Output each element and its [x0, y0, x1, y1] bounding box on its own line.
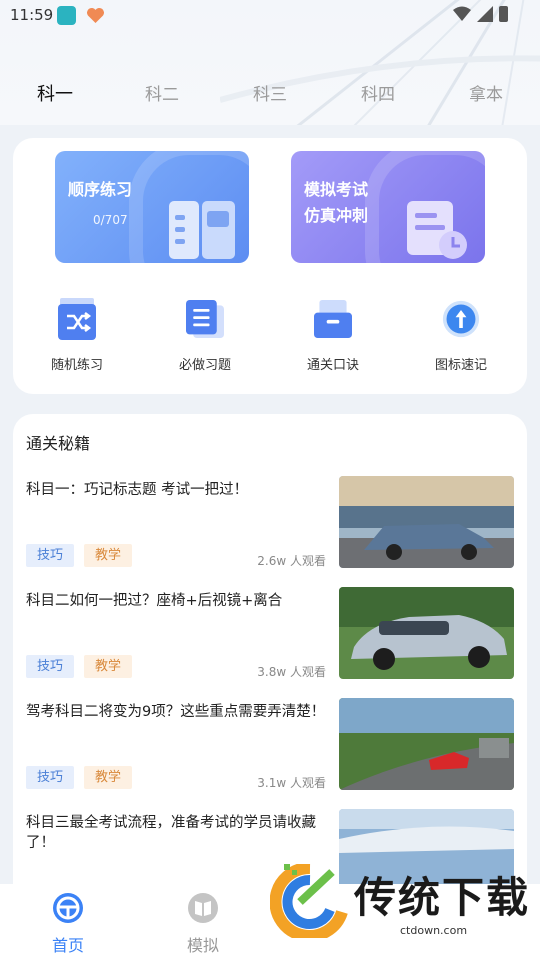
article-title: 驾考科目二将变为9项？这些重点需要弄清楚！: [26, 704, 326, 720]
nav-home-label: 首页: [51, 936, 84, 955]
tag-skill: 技巧: [26, 655, 75, 678]
heart-notification-icon: [87, 7, 104, 24]
book-open-icon: [169, 201, 235, 259]
list-item[interactable]: 驾考科目二将变为9项？这些重点需要弄清楚！ 技巧 教学 3.1w 人观看: [26, 698, 514, 792]
tag-skill: 技巧: [26, 544, 75, 567]
quick-pass-tips-label: 通关口诀: [306, 358, 359, 373]
practice-card: 顺序练习 0/707 模拟考试 仿真冲刺 随机练习 必做习题 通关口诀 图标速记: [13, 138, 527, 394]
view-count: 2.6w 人观看: [257, 554, 326, 568]
signal-icon: [477, 6, 493, 22]
tab-subject-3[interactable]: 科三: [253, 80, 287, 105]
watermark-brand: 传统下载: [354, 873, 531, 922]
nav-mock[interactable]: 模拟: [173, 892, 233, 956]
view-count: 3.8w 人观看: [257, 665, 326, 679]
tag-teaching: 教学: [84, 766, 133, 789]
list-item[interactable]: 科目一：巧记标志题 考试一把过！ 技巧 教学 2.6w 人观看: [26, 476, 514, 570]
article-thumbnail: [339, 698, 514, 790]
battery-icon: [499, 6, 508, 22]
mock-exam-title: 模拟考试 仿真冲刺: [304, 177, 368, 229]
sequential-practice-progress: 0/707: [93, 213, 128, 227]
quick-pass-tips[interactable]: 通关口诀: [283, 298, 383, 373]
shuffle-icon: [58, 298, 96, 340]
article-thumbnail: [339, 587, 514, 679]
watermark: 传统下载 ctdown.com: [268, 836, 540, 960]
tag-teaching: 教学: [84, 655, 133, 678]
drawer-icon: [314, 300, 352, 338]
quick-required-questions-label: 必做习题: [178, 358, 231, 373]
watermark-domain: ctdown.com: [400, 924, 468, 937]
status-bar: 11:59: [0, 0, 540, 32]
view-count: 3.1w 人观看: [257, 776, 326, 790]
sequential-practice-tile[interactable]: 顺序练习 0/707: [55, 151, 249, 263]
sign-icon: [442, 300, 480, 338]
tab-get-license[interactable]: 拿本: [469, 80, 503, 105]
tag-teaching: 教学: [84, 544, 133, 567]
tab-subject-2[interactable]: 科二: [145, 80, 179, 105]
status-indicators: [453, 6, 508, 22]
list-doc-icon: [186, 300, 224, 338]
nav-mock-label: 模拟: [186, 936, 219, 955]
quick-sign-memory[interactable]: 图标速记: [411, 298, 511, 373]
tag-skill: 技巧: [26, 766, 75, 789]
mock-exam-title-line1: 模拟考试: [304, 180, 369, 199]
mock-exam-title-line2: 仿真冲刺: [304, 206, 369, 225]
quick-required-questions[interactable]: 必做习题: [155, 298, 255, 373]
article-title: 科目二如何一把过？座椅+后视镜+离合: [26, 593, 283, 609]
quick-random-practice-label: 随机练习: [50, 358, 103, 373]
subject-tabs: 科一 科二 科三 科四 拿本: [0, 80, 540, 110]
quick-random-practice[interactable]: 随机练习: [27, 298, 127, 373]
sequential-practice-title: 顺序练习: [68, 180, 133, 199]
brand-logo-icon: [270, 864, 348, 938]
wifi-icon: [453, 6, 471, 21]
steering-wheel-icon: [53, 893, 83, 923]
exam-clock-icon: [407, 201, 467, 259]
list-item[interactable]: 科目二如何一把过？座椅+后视镜+离合 技巧 教学 3.8w 人观看: [26, 587, 514, 681]
quick-sign-memory-label: 图标速记: [434, 358, 487, 373]
tab-subject-4[interactable]: 科四: [361, 80, 395, 105]
book-icon: [188, 893, 218, 923]
nav-home[interactable]: 首页: [38, 892, 98, 956]
article-thumbnail: [339, 476, 514, 568]
section-title: 通关秘籍: [26, 434, 91, 453]
article-title: 科目一：巧记标志题 考试一把过！: [26, 482, 249, 498]
mock-exam-tile[interactable]: 模拟考试 仿真冲刺: [291, 151, 485, 263]
tab-subject-1[interactable]: 科一: [37, 80, 73, 106]
status-time: 11:59: [10, 6, 54, 24]
app-notification-icon: [57, 6, 76, 25]
